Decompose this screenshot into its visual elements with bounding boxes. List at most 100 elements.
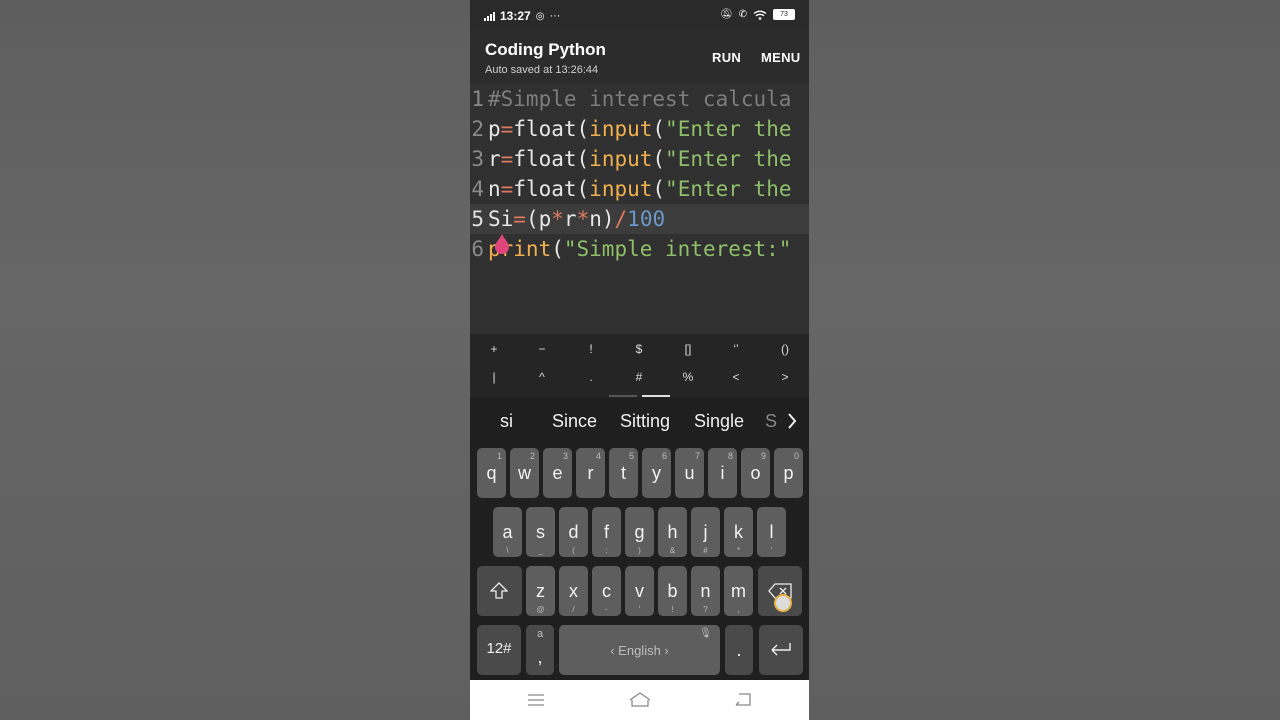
symbol-key[interactable]: ()	[765, 342, 805, 356]
symbol-key[interactable]: %	[668, 370, 708, 384]
code-text[interactable]: n=float(input("Enter the	[488, 174, 791, 204]
chevron-right-icon[interactable]	[786, 412, 798, 430]
code-line[interactable]: 6 print("Simple interest:"	[470, 234, 809, 264]
code-text[interactable]: p=float(input("Enter the	[488, 114, 791, 144]
key-i[interactable]: i8	[708, 448, 737, 498]
symbol-key[interactable]: <	[716, 370, 756, 384]
key-x[interactable]: x /	[559, 566, 588, 616]
symbol-key[interactable]: !	[571, 342, 611, 356]
line-number: 3	[471, 147, 484, 171]
key-o[interactable]: o9	[741, 448, 770, 498]
key-l[interactable]: l '	[757, 507, 786, 557]
menu-button[interactable]: MENU	[761, 50, 800, 65]
key-p[interactable]: p0	[774, 448, 803, 498]
key-label: d	[568, 522, 579, 542]
code-text[interactable]: r=float(input("Enter the	[488, 144, 791, 174]
key-hint: '	[638, 605, 641, 614]
key-hint: \	[506, 546, 509, 555]
code-token: (p	[525, 207, 552, 231]
suggestion-item[interactable]: S	[765, 411, 777, 432]
code-token: Si	[488, 207, 514, 231]
key-z[interactable]: z @	[526, 566, 555, 616]
numbers-symbols-key[interactable]: 12#	[477, 625, 521, 675]
key-y[interactable]: y6	[642, 448, 671, 498]
key-label: j	[703, 522, 708, 542]
key-j[interactable]: j #	[691, 507, 720, 557]
whatsapp-icon: ◎	[535, 10, 545, 22]
comma-key[interactable]: a,	[526, 625, 554, 675]
symbol-key[interactable]: +	[474, 342, 514, 356]
symbol-key[interactable]: []	[668, 342, 708, 356]
run-button[interactable]: RUN	[712, 50, 741, 65]
shift-key[interactable]	[477, 566, 522, 616]
key-g[interactable]: g)	[625, 507, 654, 557]
key-hint: /	[572, 605, 575, 614]
suggestion-item[interactable]: Single	[694, 411, 744, 432]
key-t[interactable]: t5	[609, 448, 638, 498]
backspace-key[interactable]	[758, 566, 802, 616]
symbol-key[interactable]: −	[522, 342, 562, 356]
symbol-key[interactable]: .	[571, 370, 611, 384]
key-label: u	[684, 463, 695, 483]
code-token: n)	[589, 207, 615, 231]
key-hint: @	[536, 605, 545, 614]
mute-icon: 🔕︎	[719, 9, 733, 20]
key-v[interactable]: v '	[625, 566, 654, 616]
symbol-key[interactable]: |	[474, 370, 514, 384]
key-n[interactable]: n?	[691, 566, 720, 616]
key-f[interactable]: f:	[592, 507, 621, 557]
symbol-key[interactable]: >	[765, 370, 805, 384]
symbol-key[interactable]: #	[619, 370, 659, 384]
code-token: "Enter the	[665, 147, 792, 171]
code-text[interactable]: print("Simple interest:"	[488, 234, 791, 264]
symbol-key[interactable]: ^	[522, 370, 562, 384]
code-token: float(	[513, 177, 590, 201]
key-s[interactable]: s _	[526, 507, 555, 557]
recents-menu-icon[interactable]	[528, 694, 544, 706]
key-hint: *	[736, 546, 741, 555]
code-editor[interactable]: 1 #Simple interest calcula 2 p=float(input(…	[470, 84, 809, 334]
key-w[interactable]: w2	[510, 448, 539, 498]
key-h[interactable]: h &	[658, 507, 687, 557]
enter-key[interactable]	[759, 625, 803, 675]
key-hint: '	[770, 546, 773, 555]
code-line[interactable]: 1 #Simple interest calcula	[470, 84, 809, 114]
key-label: z	[536, 581, 545, 601]
soft-keyboard: si Since Sitting Single S q1w2e3r4t5y6u7i8o9…	[470, 398, 809, 680]
key-label: p	[783, 463, 794, 483]
code-text[interactable]: #Simple interest calcula	[488, 84, 791, 114]
key-d[interactable]: d(	[559, 507, 588, 557]
period-key[interactable]: .	[725, 625, 753, 675]
code-text[interactable]: Si=(p*r*n)/100	[488, 204, 665, 234]
symbol-key[interactable]: ‘’	[716, 342, 756, 356]
code-line[interactable]: 3 r=float(input("Enter the	[470, 144, 809, 174]
back-icon[interactable]	[735, 693, 751, 706]
code-line[interactable]: 5 Si=(p*r*n)/100	[470, 204, 809, 234]
code-line[interactable]: 4 n=float(input("Enter the	[470, 174, 809, 204]
key-b[interactable]: b!	[658, 566, 687, 616]
key-hint: (	[572, 546, 575, 555]
key-a[interactable]: a \	[493, 507, 522, 557]
key-k[interactable]: k *	[724, 507, 753, 557]
code-token: *	[576, 207, 590, 231]
key-label: g	[634, 522, 645, 542]
suggestion-item[interactable]: Since	[552, 411, 597, 432]
code-token: float(	[513, 117, 590, 141]
key-hint: a	[536, 628, 544, 640]
home-icon[interactable]	[629, 692, 651, 707]
key-u[interactable]: u7	[675, 448, 704, 498]
code-token: r	[563, 207, 577, 231]
space-key[interactable]: ‹ English › 🎙︎	[559, 625, 720, 675]
key-c[interactable]: c-	[592, 566, 621, 616]
key-r[interactable]: r4	[576, 448, 605, 498]
code-line[interactable]: 2 p=float(input("Enter the	[470, 114, 809, 144]
text-cursor-handle-icon[interactable]	[494, 234, 510, 254]
key-e[interactable]: e3	[543, 448, 572, 498]
suggestion-item[interactable]: si	[500, 411, 513, 432]
key-label: h	[667, 522, 678, 542]
suggestion-item[interactable]: Sitting	[620, 411, 670, 432]
symbol-key[interactable]: $	[619, 342, 659, 356]
key-label: t	[620, 463, 626, 483]
key-q[interactable]: q1	[477, 448, 506, 498]
key-m[interactable]: m,	[724, 566, 753, 616]
